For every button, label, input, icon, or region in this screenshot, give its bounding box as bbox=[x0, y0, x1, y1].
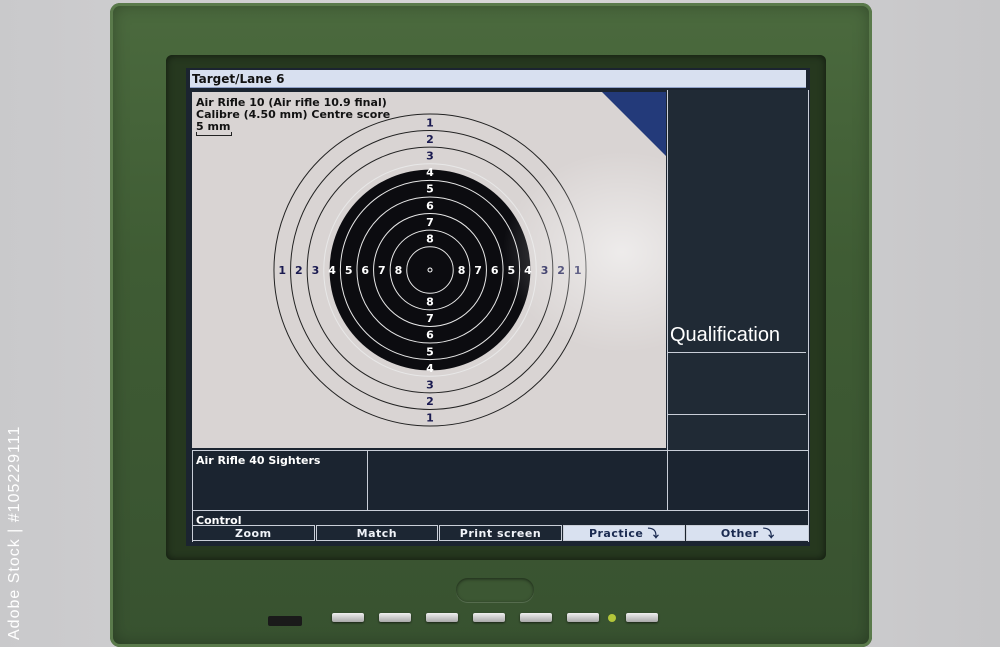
hardware-button-6[interactable] bbox=[567, 613, 599, 622]
bottom-grid-bottom bbox=[192, 510, 808, 511]
target-panel[interactable]: 11112222333344445555666677778888 Air Rif… bbox=[192, 92, 666, 448]
ring-number-7-right: 7 bbox=[474, 264, 482, 277]
ring-number-7-top: 7 bbox=[426, 216, 434, 229]
control-button-row: Zoom Match Print screen Practice ⤵ Other… bbox=[192, 525, 810, 542]
power-led bbox=[608, 614, 616, 622]
ring-number-6-bottom: 6 bbox=[426, 329, 434, 342]
ring-number-2-top: 2 bbox=[426, 133, 434, 146]
scale-bar bbox=[196, 132, 232, 136]
ring-number-5-left: 5 bbox=[345, 264, 353, 277]
monitor-logo-recess bbox=[456, 578, 534, 602]
ring-number-4-bottom: 4 bbox=[426, 362, 434, 375]
ring-number-5-bottom: 5 bbox=[426, 345, 434, 358]
match-button[interactable]: Match bbox=[315, 525, 439, 541]
hardware-button-3[interactable] bbox=[426, 613, 458, 622]
ring-number-2-bottom: 2 bbox=[426, 395, 434, 408]
power-button[interactable] bbox=[626, 613, 658, 622]
sighters-label: Air Rifle 40 Sighters bbox=[196, 454, 321, 467]
ring-number-4-top: 4 bbox=[426, 166, 434, 179]
target-face: 111 1222 2333 3444 4555 5666 6777 7888 8 bbox=[273, 113, 587, 427]
ring-number-2-right: 2 bbox=[557, 264, 565, 277]
right-panel-divider-2 bbox=[668, 414, 806, 415]
hardware-button-1[interactable] bbox=[332, 613, 364, 622]
practice-button[interactable]: Practice ⤵ bbox=[562, 525, 686, 541]
ring-number-3-bottom: 3 bbox=[426, 379, 434, 392]
ring-number-6-right: 6 bbox=[491, 264, 499, 277]
ring-number-8-bottom: 8 bbox=[426, 296, 434, 309]
ring-number-1-right: 1 bbox=[574, 264, 582, 277]
ring-number-3-right: 3 bbox=[541, 264, 549, 277]
ring-number-8-top: 8 bbox=[426, 232, 434, 245]
ring-number-6-left: 6 bbox=[361, 264, 369, 277]
right-info-panel bbox=[668, 90, 808, 450]
ring-number-7-left: 7 bbox=[378, 264, 386, 277]
zoom-button[interactable]: Zoom bbox=[192, 525, 315, 541]
ring-number-3-left: 3 bbox=[312, 264, 320, 277]
ring-number-5-top: 5 bbox=[426, 183, 434, 196]
bottom-grid-sep-2 bbox=[667, 90, 668, 510]
ir-sensor bbox=[268, 616, 302, 626]
screen: Target/Lane 6 11112222333344445555666677… bbox=[186, 68, 810, 546]
ring-number-3-top: 3 bbox=[426, 149, 434, 162]
mode-label: Qualification bbox=[670, 324, 781, 346]
ring-number-8-left: 8 bbox=[395, 264, 403, 277]
bottom-grid-right bbox=[808, 90, 809, 542]
ring-number-2-left: 2 bbox=[295, 264, 303, 277]
hardware-button-2[interactable] bbox=[379, 613, 411, 622]
window-title: Target/Lane 6 bbox=[190, 70, 806, 88]
ring-number-7-bottom: 7 bbox=[426, 312, 434, 325]
ring-number-1-left: 1 bbox=[278, 264, 286, 277]
ring-number-1-bottom: 1 bbox=[426, 412, 434, 425]
bottom-grid-sep-1 bbox=[367, 450, 368, 510]
print-screen-button[interactable]: Print screen bbox=[439, 525, 562, 541]
ring-number-8-right: 8 bbox=[458, 264, 466, 277]
ring-number-4-left: 4 bbox=[328, 264, 336, 277]
right-panel-divider-1 bbox=[668, 352, 806, 353]
bottom-grid-top bbox=[192, 450, 808, 451]
ring-number-6-top: 6 bbox=[426, 199, 434, 212]
ring-number-1-top: 1 bbox=[426, 116, 434, 129]
hardware-button-4[interactable] bbox=[473, 613, 505, 622]
hardware-button-5[interactable] bbox=[520, 613, 552, 622]
ring-number-4-right: 4 bbox=[524, 264, 532, 277]
other-button[interactable]: Other ⤵ bbox=[686, 525, 809, 541]
stock-id-text: Adobe Stock | #105229111 bbox=[6, 425, 23, 640]
ring-number-5-right: 5 bbox=[508, 264, 516, 277]
